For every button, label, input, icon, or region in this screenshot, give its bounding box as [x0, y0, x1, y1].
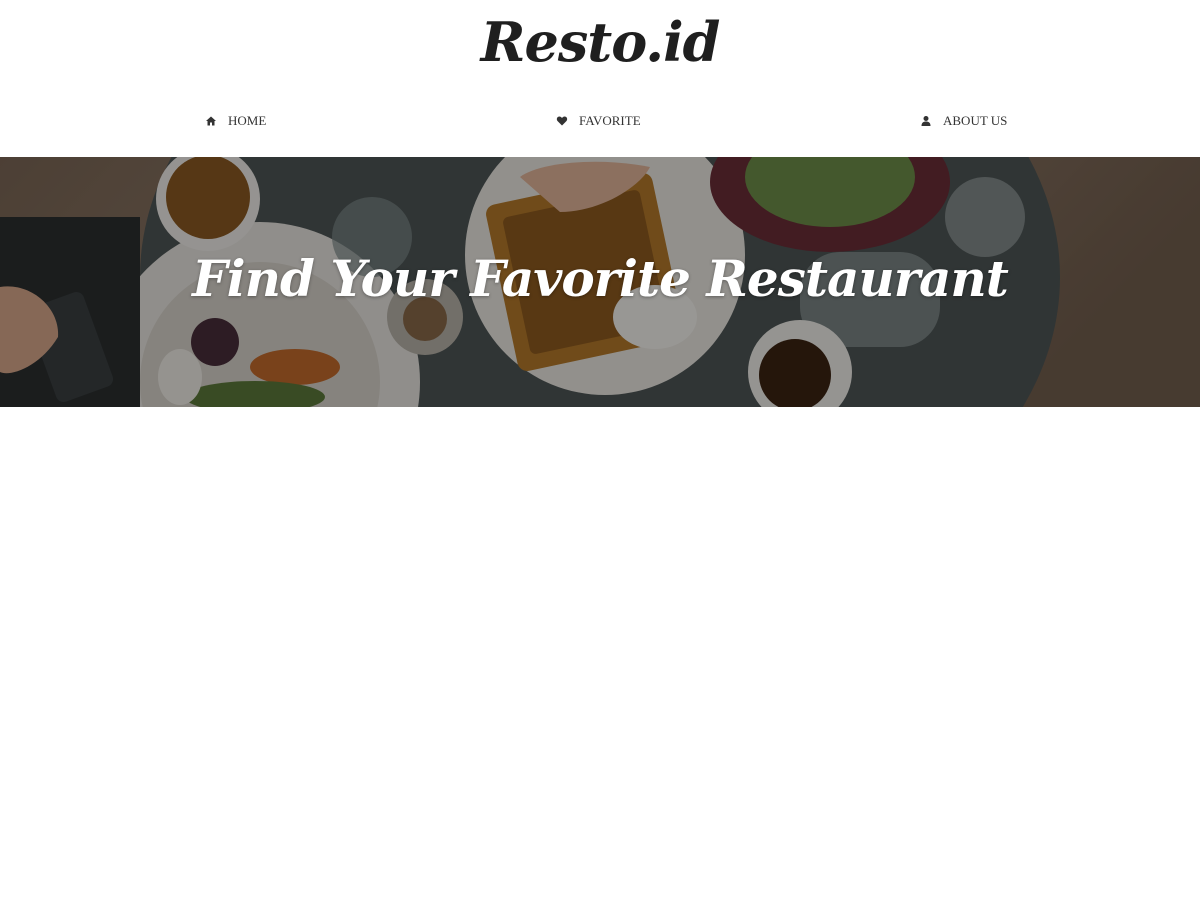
- app-header: Resto.id HOME FAVORITE ABOUT US: [0, 0, 1200, 157]
- home-icon: [204, 114, 218, 128]
- main-nav: HOME FAVORITE ABOUT US: [0, 106, 1200, 136]
- nav-item-label: FAVORITE: [579, 113, 641, 128]
- nav-item-home[interactable]: HOME: [204, 106, 266, 136]
- main-content: [0, 407, 1200, 900]
- nav-item-label: HOME: [228, 113, 267, 128]
- nav-item-about-us[interactable]: ABOUT US: [919, 106, 1007, 136]
- hero-title: Find Your Favorite Restaurant: [192, 249, 1009, 308]
- nav-item-favorite[interactable]: FAVORITE: [555, 106, 641, 136]
- brand-logo[interactable]: Resto.id: [0, 6, 1200, 78]
- nav-item-label: ABOUT US: [943, 113, 1008, 128]
- heart-icon: [555, 114, 569, 128]
- user-icon: [919, 114, 933, 128]
- hero-banner: Find Your Favorite Restaurant: [0, 157, 1200, 407]
